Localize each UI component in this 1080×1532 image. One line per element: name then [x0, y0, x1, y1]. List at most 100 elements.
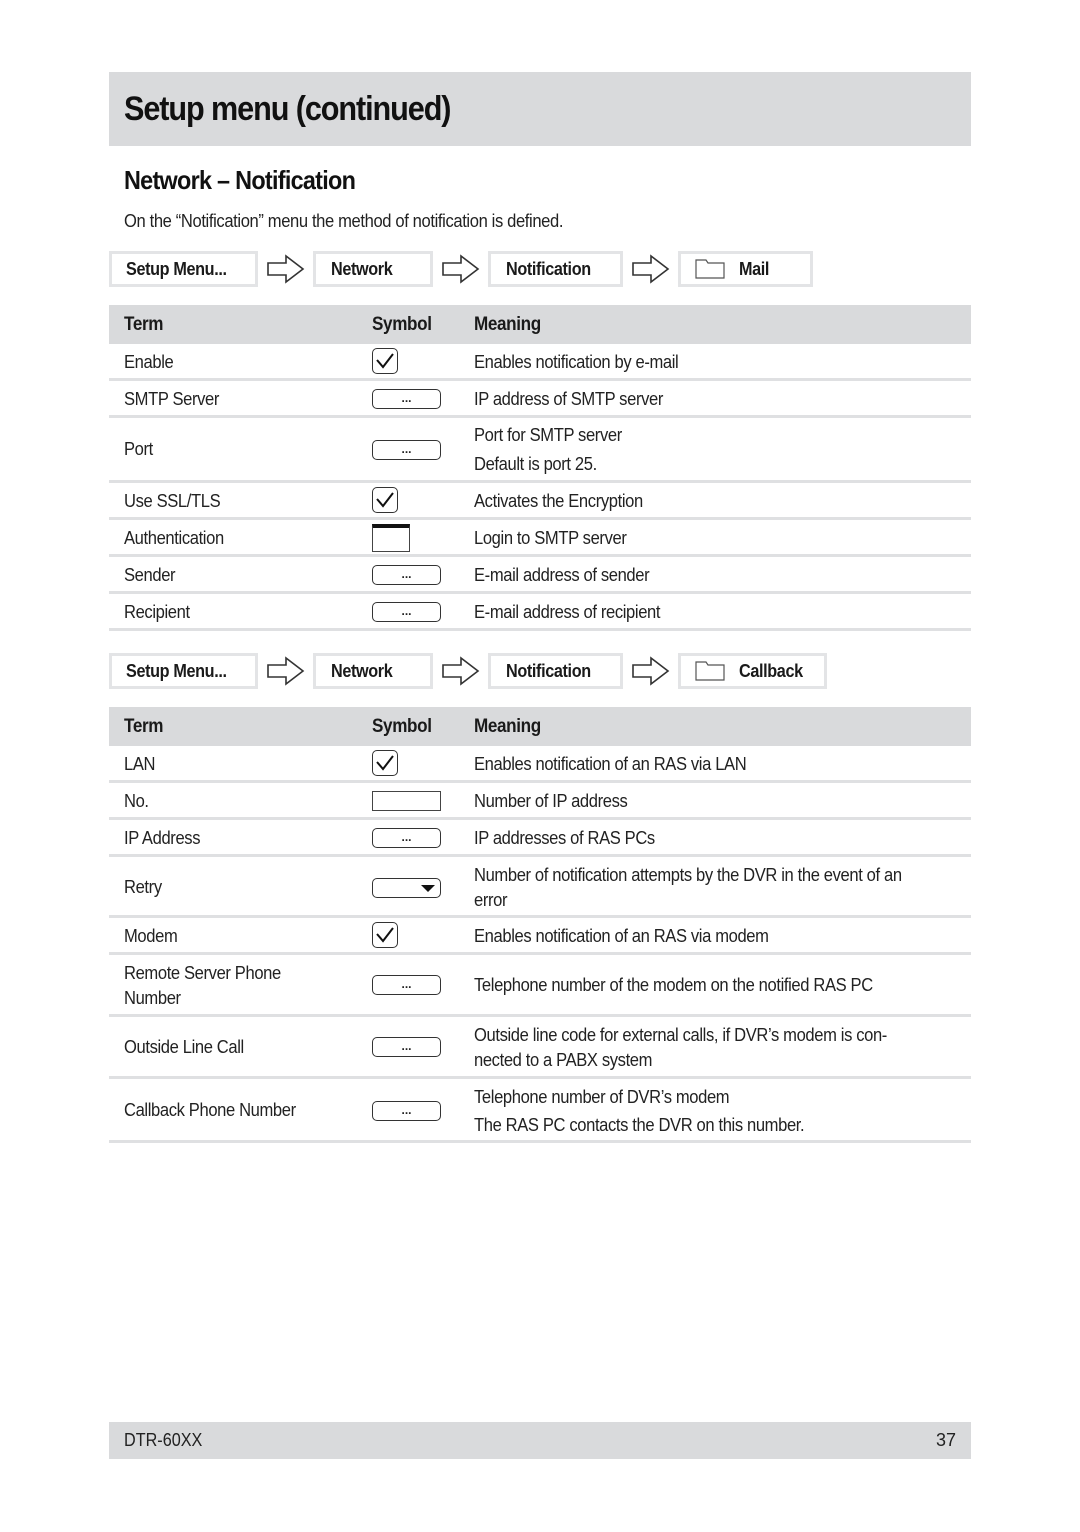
- table-row: No. Number of IP address: [109, 783, 971, 820]
- table-header: Term Symbol Meaning: [109, 305, 971, 344]
- table-row: LAN Enables notification of an RAS via L…: [109, 746, 971, 783]
- checkbox-checked-icon: [372, 922, 398, 948]
- term: Callback Phone Number: [124, 1100, 296, 1120]
- arrow-right-icon: [267, 656, 305, 686]
- meaning-line2: error: [474, 890, 508, 910]
- meaning: Telephone number of DVR’s modem: [474, 1087, 730, 1107]
- arrow-right-icon: [442, 254, 480, 284]
- meaning: Enables notification by e-mail: [474, 352, 679, 372]
- header-meaning: Meaning: [474, 314, 541, 335]
- crumb-label: Setup Menu...: [126, 258, 227, 279]
- meaning: Login to SMTP server: [474, 528, 627, 548]
- table-row: Enable Enables notification by e-mail: [109, 344, 971, 381]
- crumb-setup-menu: Setup Menu...: [109, 653, 258, 689]
- callback-table: Term Symbol Meaning LAN Enables notifica…: [109, 707, 971, 1143]
- header-symbol: Symbol: [372, 314, 432, 335]
- meaning: Enables notification of an RAS via modem: [474, 926, 769, 946]
- term: Enable: [124, 352, 174, 372]
- header-symbol: Symbol: [372, 716, 432, 737]
- text-field-icon: [372, 791, 441, 811]
- arrow-right-icon: [442, 656, 480, 686]
- caret-down-icon: [421, 885, 435, 892]
- meaning-line2: nected to a PABX system: [474, 1050, 653, 1070]
- window-icon: [372, 524, 410, 552]
- term: Remote Server Phone: [124, 963, 281, 983]
- term: Port: [124, 439, 153, 459]
- table-row: Modem Enables notification of an RAS via…: [109, 918, 971, 955]
- meaning: Port for SMTP server: [474, 425, 622, 445]
- model-name: DTR-60XX: [124, 1430, 203, 1450]
- meaning: IP addresses of RAS PCs: [474, 828, 655, 848]
- term: Modem: [124, 926, 178, 946]
- term: LAN: [124, 754, 156, 774]
- term: Recipient: [124, 602, 190, 622]
- checkbox-checked-icon: [372, 487, 398, 513]
- crumb-network: Network: [313, 653, 433, 689]
- meaning: Outside line code for external calls, if…: [474, 1025, 887, 1045]
- table-row: Use SSL/TLS Activates the Encryption: [109, 483, 971, 520]
- table-row: Callback Phone Number ... Telephone numb…: [109, 1079, 971, 1143]
- table-row: IP Address ... IP addresses of RAS PCs: [109, 820, 971, 857]
- meaning: Number of notification attempts by the D…: [474, 865, 902, 885]
- meaning: Telephone number of the modem on the not…: [474, 975, 873, 995]
- meaning-line2: Default is port 25.: [474, 454, 597, 474]
- table-row: Recipient ... E-mail address of recipien…: [109, 594, 971, 631]
- dropdown-icon: [372, 878, 441, 898]
- mail-table: Term Symbol Meaning Enable Enables notif…: [109, 305, 971, 631]
- term-line2: Number: [124, 988, 181, 1008]
- meaning: E-mail address of sender: [474, 565, 650, 585]
- crumb-callback: Callback: [678, 653, 827, 689]
- ellipsis-button-icon: ...: [372, 1037, 441, 1057]
- ellipsis-button-icon: ...: [372, 389, 441, 409]
- term: Outside Line Call: [124, 1037, 244, 1057]
- table-row: Authentication Login to SMTP server: [109, 520, 971, 557]
- table-row: Remote Server Phone Number ... Telephone…: [109, 955, 971, 1017]
- crumb-label: Setup Menu...: [126, 660, 227, 681]
- page-footer: DTR-60XX 37: [109, 1422, 971, 1459]
- crumb-setup-menu: Setup Menu...: [109, 251, 258, 287]
- term: Authentication: [124, 528, 224, 548]
- term: Retry: [124, 877, 162, 897]
- title-bar: Setup menu (continued): [109, 72, 971, 146]
- header-term: Term: [124, 314, 164, 335]
- checkbox-checked-icon: [372, 750, 398, 776]
- crumb-label: Notification: [506, 258, 591, 279]
- table-header: Term Symbol Meaning: [109, 707, 971, 746]
- arrow-right-icon: [267, 254, 305, 284]
- section-title: Network – Notification: [124, 165, 356, 195]
- term: Use SSL/TLS: [124, 491, 221, 511]
- page-title: Setup menu (continued): [124, 90, 452, 128]
- arrow-right-icon: [632, 254, 670, 284]
- crumb-notification: Notification: [488, 653, 623, 689]
- ellipsis-button-icon: ...: [372, 440, 441, 460]
- meaning: IP address of SMTP server: [474, 389, 663, 409]
- meaning: Enables notification of an RAS via LAN: [474, 754, 747, 774]
- crumb-label: Mail: [739, 258, 770, 279]
- meaning-line2: The RAS PC contacts the DVR on this numb…: [474, 1115, 805, 1135]
- crumb-notification: Notification: [488, 251, 623, 287]
- table-row: Sender ... E-mail address of sender: [109, 557, 971, 594]
- term: SMTP Server: [124, 389, 220, 409]
- table-row: Retry Number of notification attempts by…: [109, 857, 971, 918]
- crumb-mail: Mail: [678, 251, 813, 287]
- meaning: Activates the Encryption: [474, 491, 643, 511]
- term: Sender: [124, 565, 176, 585]
- ellipsis-button-icon: ...: [372, 975, 441, 995]
- term: No.: [124, 791, 149, 811]
- crumb-label: Network: [331, 258, 393, 279]
- table-row: SMTP Server ... IP address of SMTP serve…: [109, 381, 971, 418]
- term: IP Address: [124, 828, 201, 848]
- folder-icon: [695, 661, 725, 681]
- table-row: Outside Line Call ... Outside line code …: [109, 1017, 971, 1079]
- crumb-label: Network: [331, 660, 393, 681]
- table-row: Port ... Port for SMTP server Default is…: [109, 418, 971, 483]
- meaning: Number of IP address: [474, 791, 628, 811]
- checkbox-checked-icon: [372, 348, 398, 374]
- intro-text: On the “Notification” menu the method of…: [124, 211, 564, 231]
- crumb-label: Callback: [739, 660, 803, 681]
- meaning: E-mail address of recipient: [474, 602, 661, 622]
- ellipsis-button-icon: ...: [372, 1101, 441, 1121]
- arrow-right-icon: [632, 656, 670, 686]
- crumb-network: Network: [313, 251, 433, 287]
- crumb-label: Notification: [506, 660, 591, 681]
